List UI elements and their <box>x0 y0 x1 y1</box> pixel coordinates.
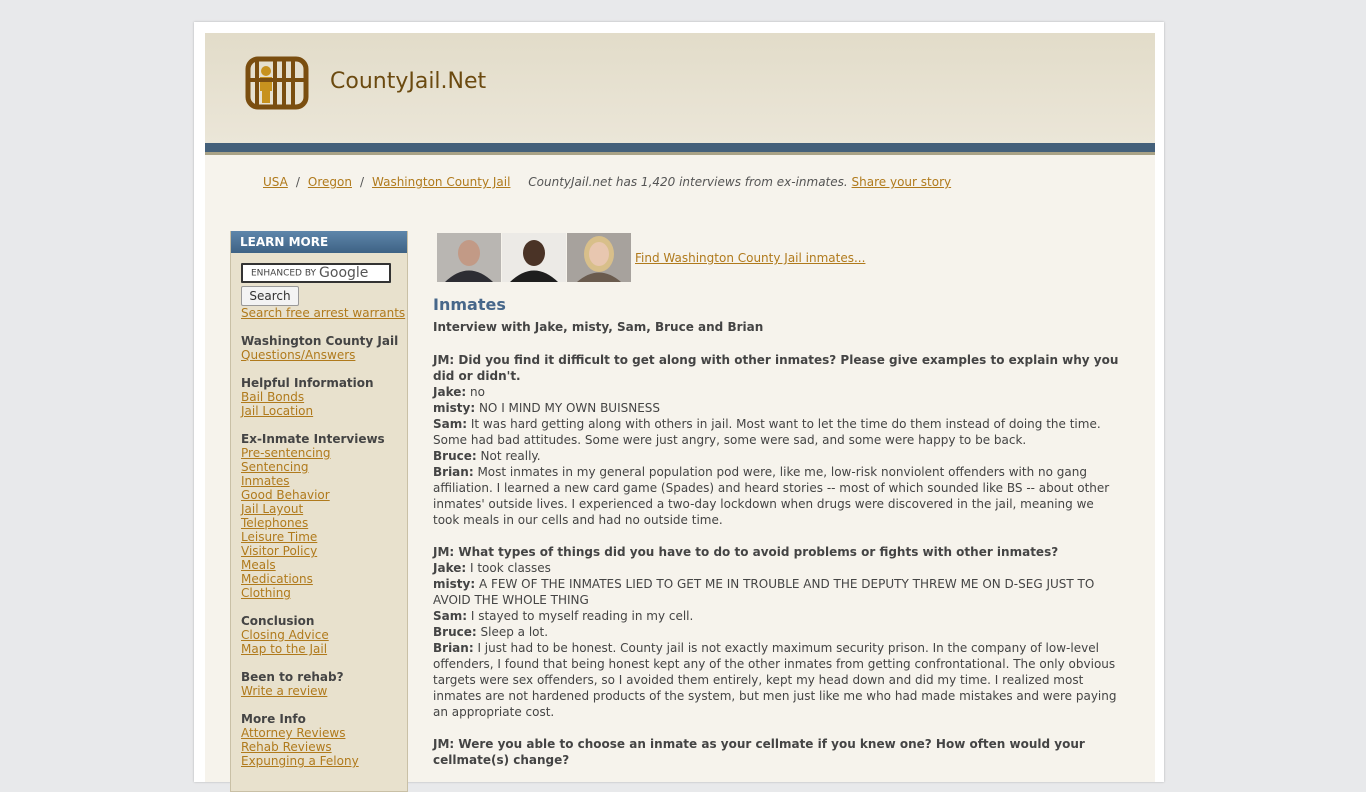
answer-text: no <box>470 385 485 399</box>
sidebar-link-attorney-reviews[interactable]: Attorney Reviews <box>241 726 407 740</box>
sidebar-section-title: Washington County Jail <box>241 334 399 348</box>
sidebar-section-title: More Info <box>241 712 306 726</box>
sidebar-section-title: Ex-Inmate Interviews <box>241 432 385 446</box>
answer-text: NO I MIND MY OWN BUISNESS <box>478 401 661 415</box>
sidebar-link-jail-location[interactable]: Jail Location <box>241 404 407 418</box>
sidebar-section-title: Helpful Information <box>241 376 374 390</box>
sidebar-link-closing-advice[interactable]: Closing Advice <box>241 628 407 642</box>
page-title: Inmates <box>433 295 506 314</box>
answer-text: A FEW OF THE INMATES LIED TO GET ME IN T… <box>433 577 1095 607</box>
sidebar-link-questions-answers[interactable]: Questions/Answers <box>241 348 407 362</box>
answer: misty: NO I MIND MY OWN BUISNESS <box>433 400 1123 416</box>
answer-name: Jake: <box>433 385 467 399</box>
site-header: CountyJail.Net <box>205 33 1155 143</box>
sidebar-link-telephones[interactable]: Telephones <box>241 516 407 530</box>
question: JM: Were you able to choose an inmate as… <box>433 737 1085 767</box>
answer-name: Brian: <box>433 641 474 655</box>
answer: Sam: It was hard getting along with othe… <box>433 416 1123 448</box>
google-label: ENHANCED BY <box>251 268 317 279</box>
inmate-photo[interactable] <box>567 233 631 282</box>
sidebar-link-visitor-policy[interactable]: Visitor Policy <box>241 544 407 558</box>
answer-name: Jake: <box>433 561 467 575</box>
answer-text: Not really. <box>480 449 541 463</box>
sidebar-link-inmates[interactable]: Inmates <box>241 474 407 488</box>
answer-text: I took classes <box>470 561 551 575</box>
answer: Bruce: Not really. <box>433 448 1123 464</box>
google-logo: Google <box>319 265 369 281</box>
answer: misty: A FEW OF THE INMATES LIED TO GET … <box>433 576 1123 608</box>
sidebar-link-sentencing[interactable]: Sentencing <box>241 460 407 474</box>
search-button[interactable]: Search <box>241 286 299 306</box>
qa-block: JM: Were you able to choose an inmate as… <box>433 736 1123 768</box>
site-title[interactable]: CountyJail.Net <box>330 69 486 94</box>
breadcrumb-washington-county-jail[interactable]: Washington County Jail <box>372 175 510 189</box>
inmate-photo[interactable] <box>502 233 566 282</box>
share-story-link[interactable]: Share your story <box>852 175 952 189</box>
breadcrumb: USA / Oregon / Washington County Jail County… <box>263 175 951 189</box>
page-container: CountyJail.Net USA / Oregon / Washington Cou… <box>194 22 1164 792</box>
answer: Jake: no <box>433 384 1123 400</box>
sidebar-link-bail-bonds[interactable]: Bail Bonds <box>241 390 407 404</box>
sidebar-link-pre-sentencing[interactable]: Pre-sentencing <box>241 446 407 460</box>
answer-name: Bruce: <box>433 625 477 639</box>
answer-name: misty: <box>433 401 476 415</box>
answer: Brian: Most inmates in my general popula… <box>433 464 1123 528</box>
sidebar-link-medications[interactable]: Medications <box>241 572 407 586</box>
answer-text: It was hard getting along with others in… <box>433 417 1101 447</box>
answer-name: Bruce: <box>433 449 477 463</box>
sidebar-link-meals[interactable]: Meals <box>241 558 407 572</box>
sidebar-link-leisure-time[interactable]: Leisure Time <box>241 530 407 544</box>
sidebar: LEARN MORE ENHANCED BY Google Search Sear… <box>230 231 408 792</box>
answer-text: Sleep a lot. <box>480 625 549 639</box>
answer-name: Brian: <box>433 465 474 479</box>
question: JM: What types of things did you have to… <box>433 545 1059 559</box>
answer-name: Sam: <box>433 609 468 623</box>
answer: Brian: I just had to be honest. County j… <box>433 640 1123 720</box>
search-input[interactable]: ENHANCED BY Google <box>241 263 391 283</box>
breadcrumb-separator: / <box>295 175 300 189</box>
answer: Jake: I took classes <box>433 560 1123 576</box>
answer-text: Most inmates in my general population po… <box>433 465 1110 527</box>
sidebar-section-title: Been to rehab? <box>241 670 344 684</box>
sidebar-link-jail-layout[interactable]: Jail Layout <box>241 502 407 516</box>
qa-section: JM: Did you find it difficult to get alo… <box>433 352 1123 784</box>
sidebar-link-good-behavior[interactable]: Good Behavior <box>241 488 407 502</box>
breadcrumb-oregon[interactable]: Oregon <box>308 175 352 189</box>
answer-name: Sam: <box>433 417 468 431</box>
question: JM: Did you find it difficult to get alo… <box>433 353 1119 383</box>
inmate-photo[interactable] <box>437 233 501 282</box>
interview-subtitle: Interview with Jake, misty, Sam, Bruce a… <box>433 320 764 334</box>
answer-text: I just had to be honest. County jail is … <box>433 641 1117 719</box>
find-inmates-link[interactable]: Find Washington County Jail inmates... <box>635 251 865 265</box>
answer: Bruce: Sleep a lot. <box>433 624 1123 640</box>
interview-count-note: CountyJail.net has 1,420 interviews from… <box>528 175 848 189</box>
sidebar-link-clothing[interactable]: Clothing <box>241 586 407 600</box>
sidebar-link-map[interactable]: Map to the Jail <box>241 642 407 656</box>
jail-cell-icon[interactable] <box>245 56 309 110</box>
sidebar-link-rehab-reviews[interactable]: Rehab Reviews <box>241 740 407 754</box>
answer-name: misty: <box>433 577 476 591</box>
header-bar <box>205 143 1155 152</box>
breadcrumb-usa[interactable]: USA <box>263 175 288 189</box>
sidebar-section-title: Conclusion <box>241 614 315 628</box>
sidebar-link-expunging-felony[interactable]: Expunging a Felony <box>241 754 407 768</box>
sidebar-link-write-review[interactable]: Write a review <box>241 684 407 698</box>
answer-text: I stayed to myself reading in my cell. <box>470 609 694 623</box>
breadcrumb-separator: / <box>359 175 364 189</box>
arrest-warrants-link[interactable]: Search free arrest warrants <box>241 306 407 320</box>
answer: Sam: I stayed to myself reading in my ce… <box>433 608 1123 624</box>
qa-block: JM: What types of things did you have to… <box>433 544 1123 720</box>
sidebar-heading: LEARN MORE <box>231 231 407 253</box>
qa-block: JM: Did you find it difficult to get alo… <box>433 352 1123 528</box>
